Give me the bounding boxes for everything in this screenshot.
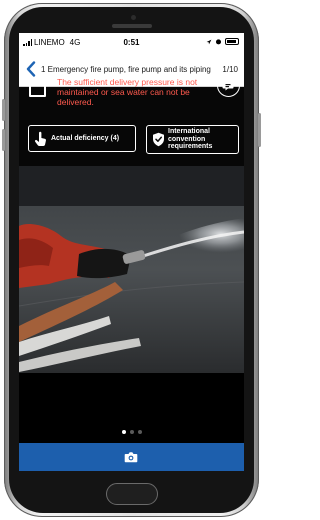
status-bar: LINEMO 4G 0:51 <box>19 33 244 53</box>
hand-pointer-icon <box>34 131 46 146</box>
page-indicator[interactable] <box>19 430 244 434</box>
camera-icon <box>124 452 138 463</box>
location-icon <box>206 39 212 44</box>
actual-deficiency-label: Actual deficiency (4) <box>51 134 120 142</box>
warning-text: The sufficient delivery pressure is not … <box>57 77 198 107</box>
item-checkbox[interactable] <box>29 80 46 97</box>
page-title: 1 Emergency fire pump, fire pump and its… <box>41 65 211 74</box>
deficiency-photo[interactable] <box>19 166 244 373</box>
actual-deficiency-button[interactable]: Actual deficiency (4) <box>28 125 136 152</box>
volume-button <box>2 99 5 121</box>
page-dot[interactable] <box>121 430 126 434</box>
international-convention-label: International convention requirements <box>168 128 213 151</box>
power-button <box>258 113 261 147</box>
alarm-icon <box>215 39 222 45</box>
earpiece-speaker <box>112 24 152 28</box>
page-dot[interactable] <box>129 430 134 434</box>
fire-hose-photo <box>19 166 244 373</box>
front-camera <box>131 15 136 20</box>
battery-icon <box>225 38 239 45</box>
shield-check-icon <box>153 132 164 147</box>
camera-button[interactable] <box>19 443 244 471</box>
volume-button <box>2 129 5 151</box>
app-screen: LINEMO 4G 0:51 1 Emergency fire pump, fi… <box>19 33 244 471</box>
international-convention-button[interactable]: International convention requirements <box>146 125 239 154</box>
home-button[interactable] <box>106 483 158 505</box>
page-counter: 1/10 <box>222 65 238 74</box>
page-dot[interactable] <box>137 430 142 434</box>
status-icons <box>206 38 239 45</box>
comment-icon <box>222 81 234 91</box>
chevron-left-icon <box>26 61 36 77</box>
comment-button[interactable] <box>217 74 240 97</box>
back-button[interactable] <box>23 61 39 79</box>
